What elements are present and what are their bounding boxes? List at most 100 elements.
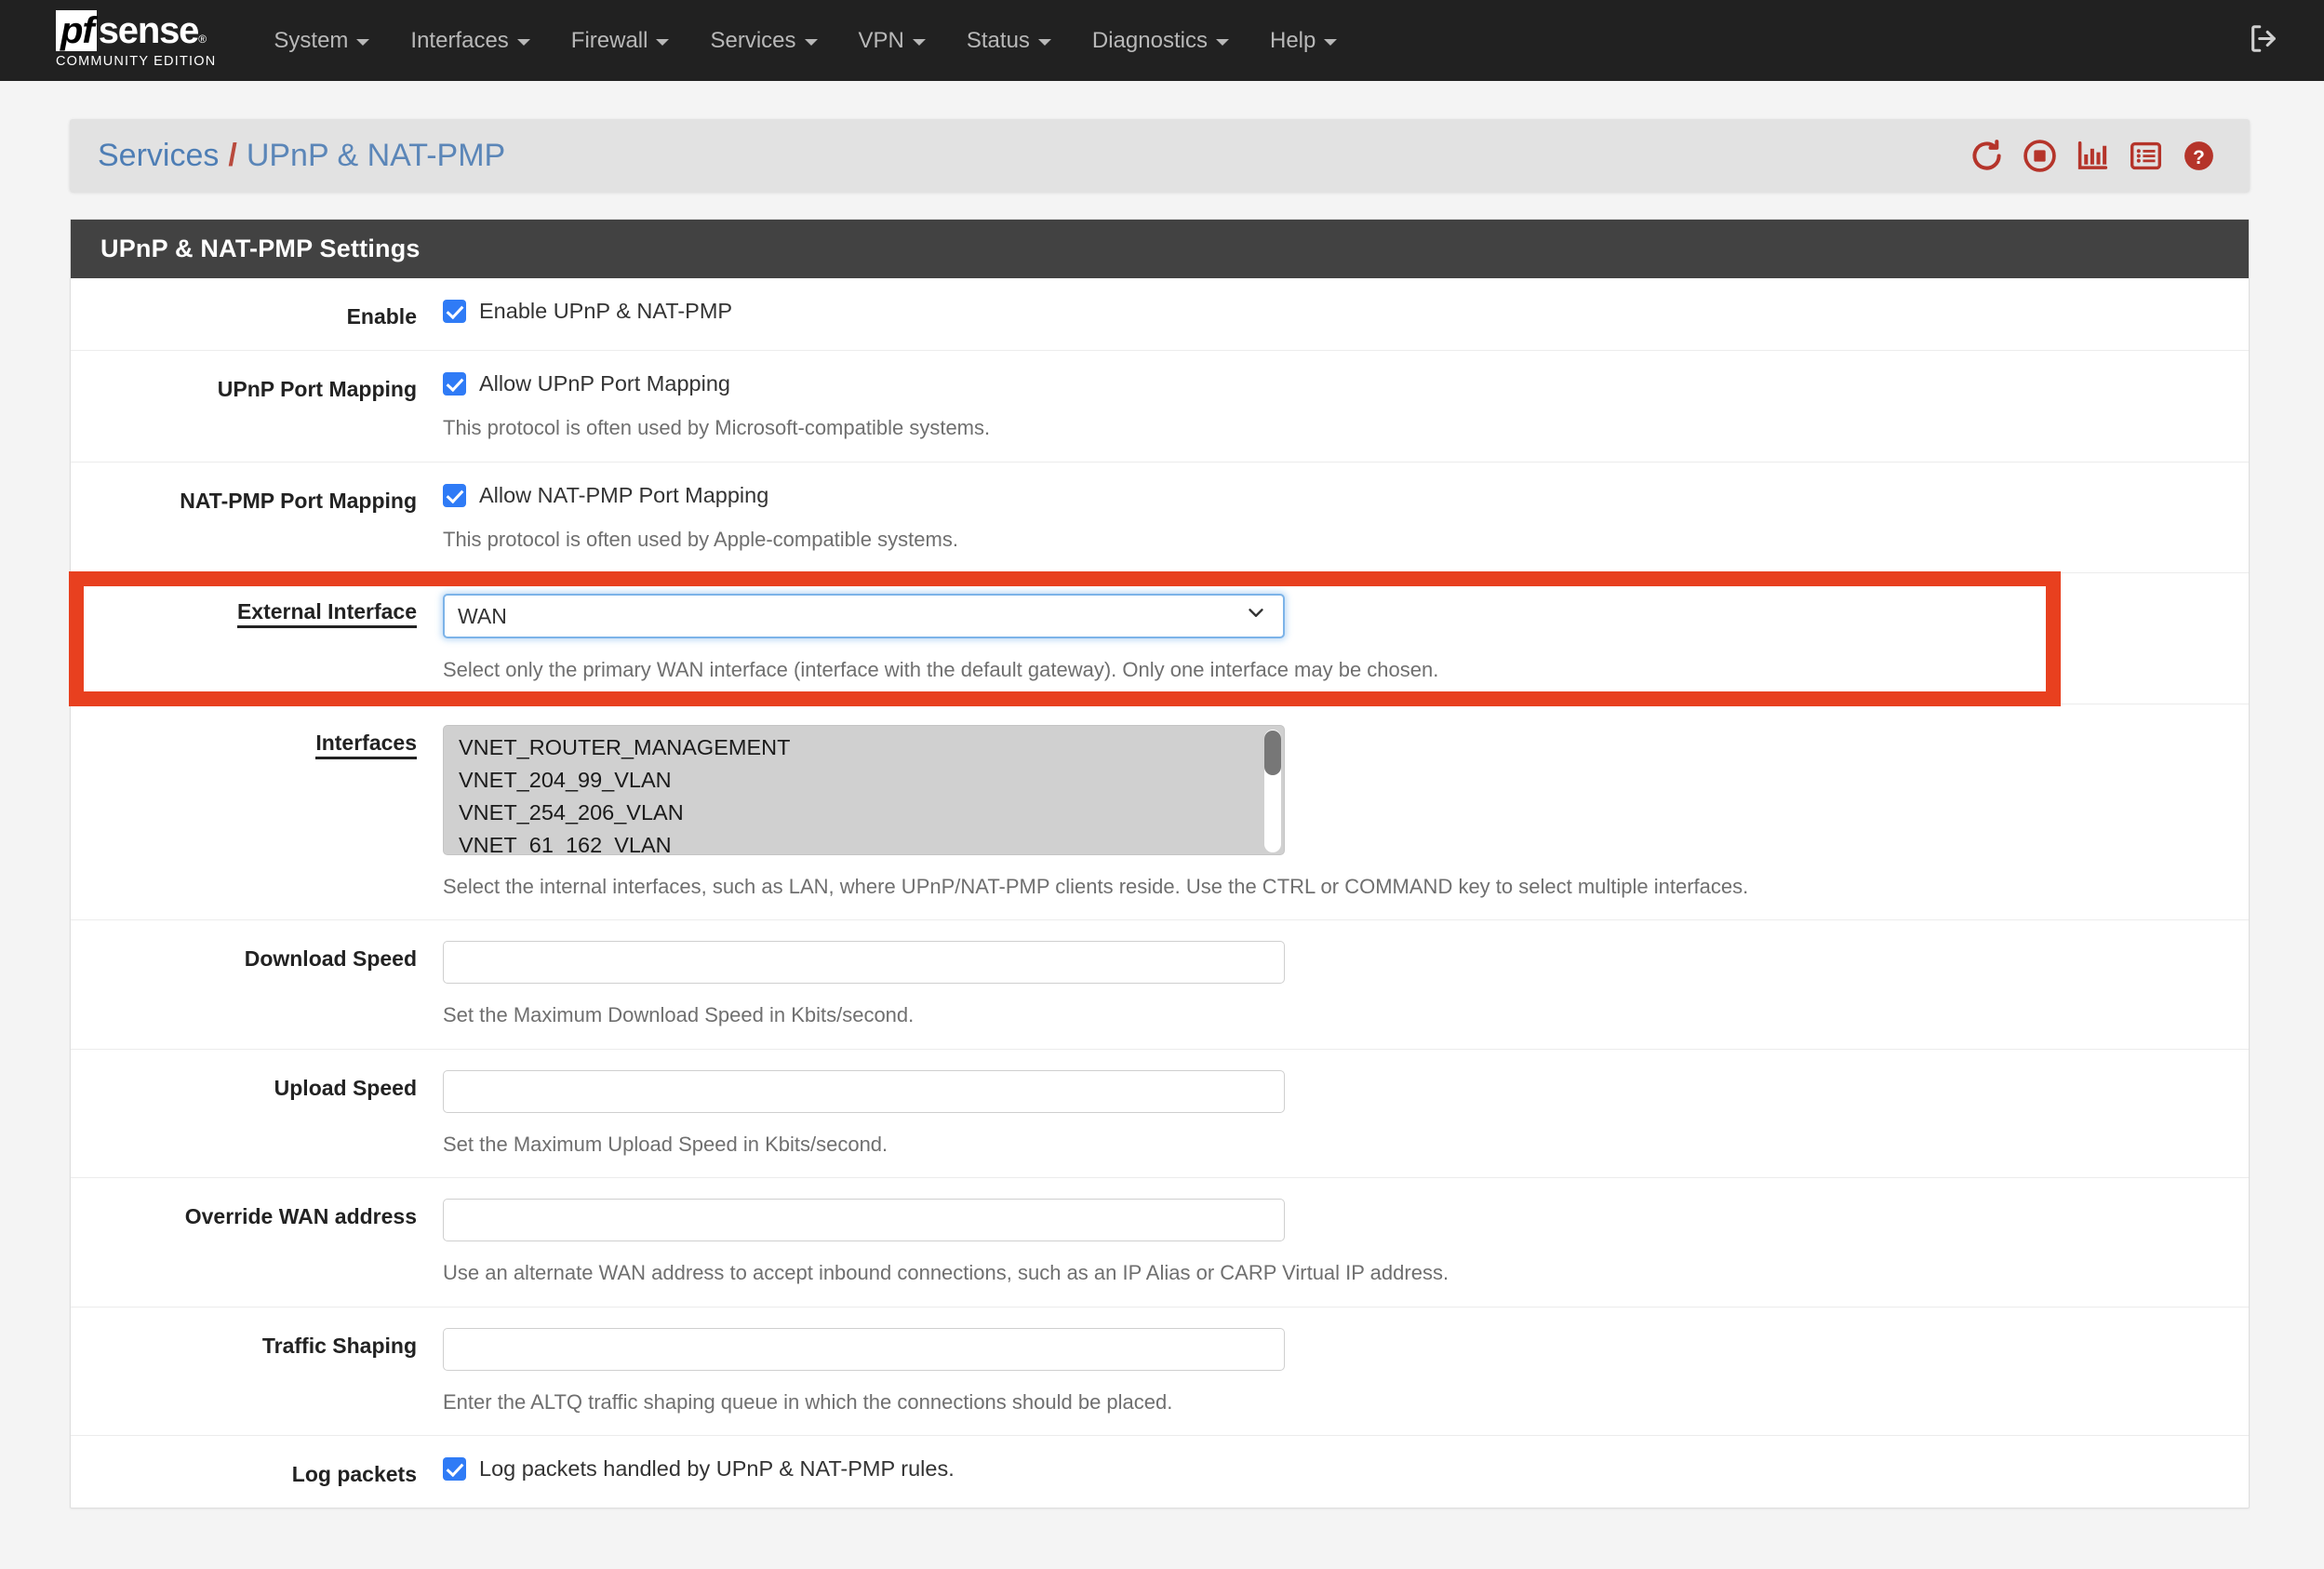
label-external-interface: External Interface <box>71 594 443 683</box>
nav-item-services[interactable]: Services <box>689 20 837 61</box>
list-item[interactable]: VNET_61_162_VLAN <box>444 829 1284 854</box>
row-body-interfaces: VNET_ROUTER_MANAGEMENT VNET_204_99_VLAN … <box>443 724 2249 900</box>
chevron-down-icon <box>656 39 670 46</box>
help-text-interfaces: Select the internal interfaces, such as … <box>443 874 1749 898</box>
upnp-settings-panel: UPnP & NAT-PMP Settings Enable Enable UP… <box>70 219 2250 1509</box>
help-text-external-interface: Select only the primary WAN interface (i… <box>443 658 1439 681</box>
checkbox-log-packets-label[interactable]: Log packets handled by UPnP & NAT-PMP ru… <box>479 1456 955 1482</box>
label-override-wan-address: Override WAN address <box>71 1199 443 1286</box>
navbar-menu: System Interfaces Firewall Services VPN … <box>253 20 1357 61</box>
breadcrumb-bar: Services / UPnP & NAT-PMP ? <box>70 119 2250 192</box>
checkbox-upnp-port-mapping-label[interactable]: Allow UPnP Port Mapping <box>479 371 730 396</box>
restart-service-icon[interactable] <box>1970 139 2004 173</box>
stop-service-icon[interactable] <box>2023 139 2057 173</box>
row-body-download-speed: Set the Maximum Download Speed in Kbits/… <box>443 941 2249 1028</box>
label-log-packets: Log packets <box>71 1456 443 1487</box>
breadcrumb-separator: / <box>228 137 237 173</box>
label-interfaces: Interfaces <box>71 725 443 900</box>
label-text: Traffic Shaping <box>261 1333 417 1358</box>
checkbox-upnp-port-mapping-group[interactable]: Allow UPnP Port Mapping <box>443 371 2211 396</box>
checkbox-enable[interactable] <box>443 300 466 323</box>
nav-item-label: Firewall <box>570 27 648 53</box>
chevron-down-icon <box>516 39 530 46</box>
nav-item-label: System <box>274 27 349 53</box>
form-row-download-speed: Download Speed Set the Maximum Download … <box>71 920 2249 1050</box>
form-row-override-wan-address: Override WAN address Use an alternate WA… <box>71 1178 2249 1308</box>
nav-item-interfaces[interactable]: Interfaces <box>390 20 550 61</box>
checkbox-natpmp-port-mapping-label[interactable]: Allow NAT-PMP Port Mapping <box>479 483 768 508</box>
checkbox-enable-group[interactable]: Enable UPnP & NAT-PMP <box>443 299 2211 324</box>
row-body-upnp-port-mapping: Allow UPnP Port Mapping This protocol is… <box>443 371 2249 441</box>
nav-item-diagnostics[interactable]: Diagnostics <box>1072 20 1249 61</box>
label-enable: Enable <box>71 299 443 329</box>
list-item[interactable]: VNET_204_99_VLAN <box>444 764 1284 797</box>
help-text-download-speed: Set the Maximum Download Speed in Kbits/… <box>443 1003 915 1026</box>
nav-item-system[interactable]: System <box>253 20 390 61</box>
chevron-down-icon <box>1037 39 1051 46</box>
interfaces-multiselect[interactable]: VNET_ROUTER_MANAGEMENT VNET_204_99_VLAN … <box>443 724 1285 855</box>
list-item[interactable]: VNET_254_206_VLAN <box>444 797 1284 829</box>
label-text: Enable <box>346 304 417 329</box>
label-natpmp-port-mapping: NAT-PMP Port Mapping <box>71 483 443 553</box>
chevron-down-icon <box>1324 39 1338 46</box>
form-row-natpmp-port-mapping: NAT-PMP Port Mapping Allow NAT-PMP Port … <box>71 463 2249 573</box>
breadcrumb-parent-link[interactable]: Services <box>98 138 219 174</box>
label-text: Upload Speed <box>274 1075 417 1100</box>
pfsense-logo[interactable]: pf sense ® COMMUNITY EDITION <box>56 10 216 71</box>
traffic-shaping-input[interactable] <box>443 1327 1285 1371</box>
upload-speed-input[interactable] <box>443 1069 1285 1113</box>
override-wan-address-input[interactable] <box>443 1199 1285 1241</box>
chevron-down-icon <box>1215 39 1229 46</box>
help-text-upnp-port-mapping: This protocol is often used by Microsoft… <box>443 416 991 439</box>
form-row-log-packets: Log packets Log packets handled by UPnP … <box>71 1436 2249 1508</box>
form-row-enable: Enable Enable UPnP & NAT-PMP <box>71 278 2249 351</box>
status-chart-icon[interactable] <box>2076 139 2110 173</box>
checkbox-natpmp-port-mapping[interactable] <box>443 483 466 507</box>
log-list-icon[interactable] <box>2129 139 2163 173</box>
nav-item-label: Services <box>710 27 796 53</box>
breadcrumb-action-icons: ? <box>1970 139 2216 173</box>
nav-item-label: Interfaces <box>410 27 509 53</box>
brand-pf-mark: pf <box>56 10 97 51</box>
top-navbar: pf sense ® COMMUNITY EDITION System Inte… <box>0 0 2324 81</box>
breadcrumb: Services / UPnP & NAT-PMP <box>98 138 505 174</box>
external-interface-select-wrap: WAN <box>443 594 1285 638</box>
form-row-upload-speed: Upload Speed Set the Maximum Upload Spee… <box>71 1050 2249 1178</box>
checkbox-enable-label[interactable]: Enable UPnP & NAT-PMP <box>479 299 732 324</box>
checkbox-natpmp-port-mapping-group[interactable]: Allow NAT-PMP Port Mapping <box>443 483 2211 508</box>
nav-item-vpn[interactable]: VPN <box>838 20 946 61</box>
nav-item-firewall[interactable]: Firewall <box>551 20 690 61</box>
page-content: Services / UPnP & NAT-PMP ? UPnP & NAT-P… <box>0 119 2324 1509</box>
external-interface-select[interactable]: WAN <box>443 594 1285 638</box>
row-body-traffic-shaping: Enter the ALTQ traffic shaping queue in … <box>443 1327 2249 1415</box>
brand-sense-text: sense <box>98 10 200 51</box>
row-body-override-wan-address: Use an alternate WAN address to accept i… <box>443 1199 2249 1286</box>
nav-item-label: Status <box>966 27 1030 53</box>
nav-item-status[interactable]: Status <box>946 20 1072 61</box>
list-item[interactable]: VNET_ROUTER_MANAGEMENT <box>444 731 1284 764</box>
help-text-override-wan-address: Use an alternate WAN address to accept i… <box>443 1261 1449 1284</box>
logout-icon[interactable] <box>2248 22 2279 59</box>
row-body-natpmp-port-mapping: Allow NAT-PMP Port Mapping This protocol… <box>443 483 2249 553</box>
brand-registered-mark: ® <box>198 33 207 46</box>
panel-title: UPnP & NAT-PMP Settings <box>71 220 2249 278</box>
help-text-upload-speed: Set the Maximum Upload Speed in Kbits/se… <box>443 1132 888 1156</box>
page-title: UPnP & NAT-PMP <box>246 137 506 173</box>
external-interface-selected-value: WAN <box>458 603 507 628</box>
nav-item-help[interactable]: Help <box>1249 20 1357 61</box>
checkbox-log-packets[interactable] <box>443 1457 466 1481</box>
label-text: Download Speed <box>244 946 417 971</box>
form-row-interfaces: Interfaces VNET_ROUTER_MANAGEMENT VNET_2… <box>71 704 2249 920</box>
nav-item-label: Help <box>1269 27 1316 53</box>
chevron-down-icon <box>356 39 370 46</box>
checkbox-log-packets-group[interactable]: Log packets handled by UPnP & NAT-PMP ru… <box>443 1456 2211 1482</box>
checkbox-upnp-port-mapping[interactable] <box>443 372 466 396</box>
brand-subtitle: COMMUNITY EDITION <box>56 54 217 69</box>
help-icon[interactable]: ? <box>2182 139 2216 173</box>
interfaces-scrollbar-thumb[interactable] <box>1264 730 1281 775</box>
label-text: Log packets <box>291 1462 417 1486</box>
row-body-external-interface: WAN Select only the primary WAN interfac… <box>443 594 2249 683</box>
label-text: Override WAN address <box>184 1204 417 1228</box>
download-speed-input[interactable] <box>443 941 1285 984</box>
row-body-log-packets: Log packets handled by UPnP & NAT-PMP ru… <box>443 1456 2249 1487</box>
